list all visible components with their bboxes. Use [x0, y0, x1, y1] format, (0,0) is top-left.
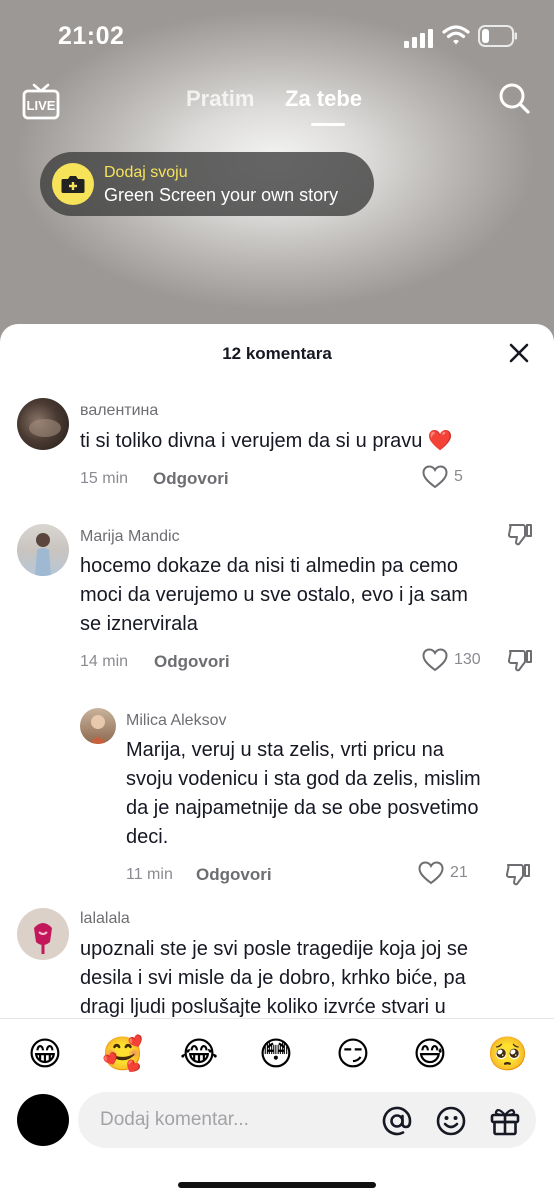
status-time: 21:02: [58, 22, 125, 50]
comments-list[interactable]: валентина ti si toliko divna i verujem d…: [0, 380, 554, 1018]
emoji-flushed-button[interactable]: 😳: [256, 1034, 296, 1074]
heart-icon: [422, 648, 448, 672]
comment-text-line: deci.: [126, 826, 169, 848]
home-indicator: [178, 1182, 376, 1188]
reply-button[interactable]: Odgovori: [196, 865, 272, 885]
emoji-tears-of-joy-button[interactable]: 😂: [179, 1034, 219, 1074]
dislike-icon[interactable]: [506, 648, 534, 674]
svg-text:LIVE: LIVE: [27, 98, 56, 113]
comment-text-line: da je najpametnije da se obe posvetimo: [126, 797, 479, 819]
green-screen-title: Dodaj svoju: [104, 164, 188, 181]
comment-text-line: moci da verujemo u sve ostalo, evo i ja …: [80, 584, 468, 606]
battery-icon: [478, 25, 517, 47]
tab-for-you[interactable]: Za tebe: [285, 86, 362, 112]
like-count: 5: [454, 468, 463, 485]
avatar[interactable]: [17, 1094, 69, 1146]
comment-username[interactable]: lalalala: [80, 910, 130, 928]
comment-username[interactable]: Milica Aleksov: [126, 712, 226, 730]
green-screen-banner[interactable]: Dodaj svoju Green Screen your own story: [40, 152, 374, 216]
search-icon[interactable]: [496, 80, 532, 116]
comment-text-line: upoznali ste je svi posle tragedije koja…: [80, 938, 468, 960]
mention-icon[interactable]: [380, 1104, 414, 1138]
comment-input-box[interactable]: [78, 1092, 536, 1148]
heart-icon: [418, 861, 444, 885]
comment-input[interactable]: [100, 1106, 370, 1134]
comment-count: 12 komentara: [222, 344, 332, 363]
comment-text-line: desila i svi misle da je dobro, krhko bi…: [80, 967, 466, 989]
comment-time: 14 min: [80, 653, 129, 670]
emoji-sweat-smile-button[interactable]: 😅: [410, 1034, 450, 1074]
comment-text-line: svoju vodenicu i sta god da zelis, misli…: [126, 768, 481, 790]
emoji-smirk-button[interactable]: 😏: [333, 1034, 373, 1074]
emoji-grin-button[interactable]: 😁: [25, 1034, 65, 1074]
dislike-icon[interactable]: [506, 522, 534, 548]
emoji-quick-bar: 😁 🥰 😂 😳 😏 😅 🥺: [0, 1026, 554, 1084]
green-screen-subtitle: Green Screen your own story: [104, 185, 339, 205]
avatar[interactable]: [17, 524, 69, 576]
gift-icon[interactable]: [488, 1104, 522, 1138]
top-navigation: LIVE Pratim Za tebe: [0, 78, 554, 134]
like-count: 21: [450, 864, 468, 881]
emoji-picker-icon[interactable]: [434, 1104, 468, 1138]
add-video-icon: [52, 163, 94, 205]
like-button[interactable]: 21: [418, 861, 468, 885]
like-button[interactable]: 130: [422, 648, 481, 672]
comment-username[interactable]: валентина: [80, 402, 158, 420]
reply-button[interactable]: Odgovori: [153, 469, 229, 489]
live-tv-icon[interactable]: LIVE: [22, 82, 60, 122]
close-icon[interactable]: [508, 342, 530, 364]
comment-text-line: Marija, veruj u sta zelis, vrti pricu na: [126, 739, 444, 761]
comment-input-row: [0, 1090, 554, 1150]
comment-time: 11 min: [126, 866, 173, 883]
like-button[interactable]: 5: [422, 465, 463, 489]
comments-sheet: 12 komentara валентина ti si toliko divn…: [0, 324, 554, 1200]
comments-header: 12 komentara: [0, 324, 554, 380]
cellular-signal-icon: [404, 29, 433, 48]
comment-time: 15 min: [80, 470, 129, 487]
emoji-smiling-hearts-button[interactable]: 🥰: [102, 1034, 143, 1074]
comment-text: ti si toliko divna i verujem da si u pra…: [80, 430, 453, 452]
avatar[interactable]: [17, 908, 69, 960]
comment-text-line: dragi ljudi poslušajte koliko izvrće stv…: [80, 996, 446, 1018]
tab-following[interactable]: Pratim: [186, 86, 254, 112]
reply-button[interactable]: Odgovori: [154, 652, 230, 672]
comment-text-line: se iznervirala: [80, 613, 198, 635]
dislike-icon[interactable]: [504, 862, 532, 888]
comment-username[interactable]: Marija Mandic: [80, 528, 180, 546]
emoji-pleading-button[interactable]: 🥺: [487, 1034, 528, 1074]
comment-text-line: hocemo dokaze da nisi ti almedin pa cemo: [80, 555, 458, 577]
avatar[interactable]: [17, 398, 69, 450]
like-count: 130: [454, 651, 481, 668]
status-bar: 21:02: [0, 0, 554, 72]
divider: [0, 1018, 554, 1019]
heart-icon: [422, 465, 448, 489]
active-tab-indicator: [311, 123, 345, 126]
wifi-icon: [442, 25, 470, 45]
avatar[interactable]: [80, 708, 116, 744]
